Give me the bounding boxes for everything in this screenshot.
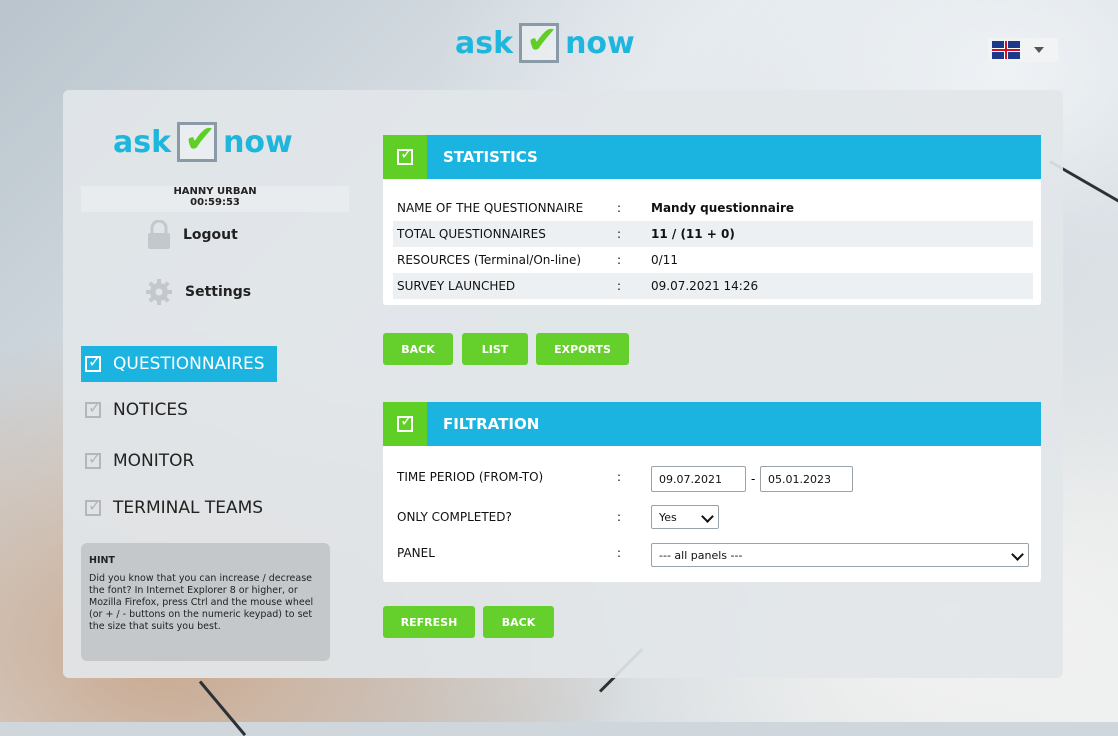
- checkbox-icon: ✓: [85, 496, 101, 516]
- session-timer: 00:59:53: [190, 197, 240, 208]
- menu-label: TERMINAL TEAMS: [113, 498, 264, 518]
- separator: :: [617, 279, 622, 293]
- menu-label: MONITOR: [113, 451, 195, 471]
- background-pen: [198, 680, 247, 736]
- sidebar-logo: ask ✔ now: [113, 117, 293, 162]
- checkbox-icon: ✓: [85, 449, 101, 469]
- select-value: --- all panels ---: [659, 548, 743, 562]
- checkbox-icon: ✓: [85, 398, 101, 418]
- panel-label: PANEL: [397, 546, 435, 560]
- menu-label: NOTICES: [113, 400, 188, 420]
- logout-button[interactable]: Logout: [147, 220, 238, 250]
- settings-label: Settings: [185, 284, 252, 300]
- uk-flag-icon: [992, 41, 1020, 59]
- stat-label: NAME OF THE QUESTIONNAIRE: [397, 201, 584, 215]
- separator: :: [617, 227, 622, 241]
- filtration-header: ✓ FILTRATION: [383, 402, 1041, 446]
- filtration-title: FILTRATION: [443, 415, 540, 433]
- separator: :: [617, 510, 622, 524]
- date-to-input[interactable]: 05.01.2023: [760, 466, 853, 492]
- stat-value: 09.07.2021 14:26: [651, 279, 759, 293]
- menu-item-notices[interactable]: ✓ NOTICES: [81, 392, 351, 428]
- user-name: HANNY URBAN: [173, 186, 257, 197]
- menu-item-terminal-teams[interactable]: ✓ TERMINAL TEAMS: [81, 490, 351, 526]
- separator: :: [617, 253, 622, 267]
- user-info: HANNY URBAN 00:59:53: [81, 186, 349, 212]
- logo-text-now: now: [223, 124, 293, 160]
- separator: :: [617, 546, 622, 560]
- header-logo[interactable]: ask ✔ now: [455, 18, 635, 68]
- chevron-down-icon: [1011, 548, 1024, 561]
- stat-row: TOTAL QUESTIONNAIRES : 11 / (11 + 0): [393, 221, 1033, 247]
- checkbox-icon: ✓: [85, 352, 101, 372]
- stat-row: SURVEY LAUNCHED : 09.07.2021 14:26: [393, 273, 1033, 299]
- stat-value: 11 / (11 + 0): [651, 227, 735, 241]
- date-dash: -: [751, 472, 756, 486]
- stat-value: 0/11: [651, 253, 678, 267]
- stat-value: Mandy questionnaire: [651, 201, 795, 215]
- logout-label: Logout: [183, 227, 238, 243]
- separator: :: [617, 201, 622, 215]
- logo-text-ask: ask: [455, 25, 514, 61]
- exports-button[interactable]: EXPORTS: [536, 333, 629, 365]
- panel-select[interactable]: --- all panels ---: [651, 543, 1029, 567]
- filtration-card: ✓ FILTRATION TIME PERIOD (FROM-TO) : 09.…: [383, 402, 1041, 582]
- menu-item-monitor[interactable]: ✓ MONITOR: [81, 443, 351, 479]
- stat-label: RESOURCES (Terminal/On-line): [397, 253, 582, 267]
- statistics-card: ✓ STATISTICS NAME OF THE QUESTIONNAIRE :…: [383, 135, 1041, 305]
- select-value: Yes: [659, 510, 677, 524]
- list-button[interactable]: LIST: [462, 333, 528, 365]
- refresh-button[interactable]: REFRESH: [383, 606, 475, 638]
- logo-text-ask: ask: [113, 124, 172, 160]
- stat-label: SURVEY LAUNCHED: [397, 279, 516, 293]
- only-completed-select[interactable]: Yes: [651, 505, 719, 529]
- sidebar: ask ✔ now HANNY URBAN 00:59:53 Logout Se…: [63, 90, 349, 678]
- separator: :: [617, 470, 622, 484]
- time-period-label: TIME PERIOD (FROM-TO): [397, 470, 544, 484]
- back-button[interactable]: BACK: [483, 606, 554, 638]
- statistics-title: STATISTICS: [443, 148, 538, 166]
- settings-button[interactable]: Settings: [145, 278, 251, 306]
- back-button[interactable]: BACK: [383, 333, 453, 365]
- gear-icon: [146, 279, 172, 305]
- language-selector[interactable]: [988, 38, 1058, 62]
- menu-item-questionnaires[interactable]: ✓ QUESTIONNAIRES: [81, 346, 277, 382]
- logo-text-now: now: [565, 25, 635, 61]
- hint-box: HINT Did you know that you can increase …: [81, 543, 330, 661]
- date-from-input[interactable]: 09.07.2021: [651, 466, 746, 492]
- hint-text: Did you know that you can increase / dec…: [89, 573, 314, 632]
- logo-check-icon: ✔: [177, 117, 218, 162]
- menu-label: QUESTIONNAIRES: [113, 354, 265, 374]
- checkbox-icon: ✓: [383, 402, 427, 446]
- lock-icon: [148, 220, 170, 249]
- only-completed-label: ONLY COMPLETED?: [397, 510, 512, 524]
- stat-label: TOTAL QUESTIONNAIRES: [397, 227, 546, 241]
- statistics-header: ✓ STATISTICS: [383, 135, 1041, 179]
- chevron-down-icon: [701, 510, 714, 523]
- checkbox-icon: ✓: [383, 135, 427, 179]
- hint-title: HINT: [89, 555, 115, 566]
- stat-row: RESOURCES (Terminal/On-line) : 0/11: [393, 247, 1033, 273]
- logo-check-icon: ✔: [519, 18, 560, 63]
- chevron-down-icon: [1034, 47, 1044, 53]
- stat-row: NAME OF THE QUESTIONNAIRE : Mandy questi…: [393, 195, 1033, 221]
